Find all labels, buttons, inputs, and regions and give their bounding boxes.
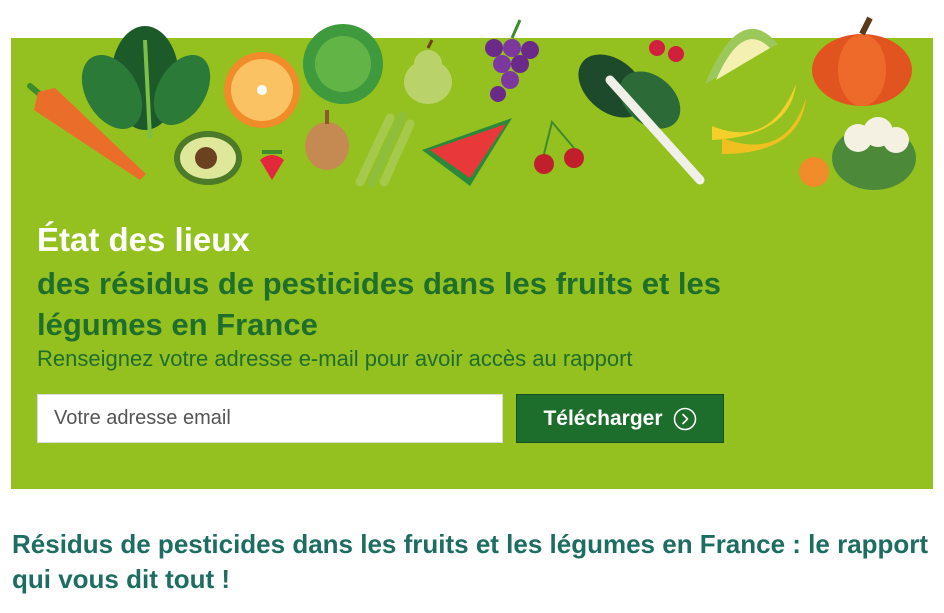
- pear-icon: [404, 39, 452, 104]
- grapes-icon: [485, 19, 539, 102]
- download-button-label: Télécharger: [543, 406, 663, 430]
- banner-title: État des lieux: [37, 221, 250, 258]
- strawberry-icon: [260, 150, 284, 180]
- banner-subtitle: des résidus de pesticides dans les fruit…: [37, 266, 721, 342]
- email-instruction: Renseignez votre adresse e-mail pour avo…: [37, 346, 633, 371]
- pumpkin-icon: [812, 16, 912, 106]
- tangerine-icon: [799, 157, 829, 187]
- download-button[interactable]: Télécharger: [516, 394, 724, 443]
- avocado-icon: [174, 131, 242, 185]
- chard-icon: [578, 54, 705, 185]
- spinach-icon: [81, 26, 211, 139]
- cabbage-icon: [303, 24, 383, 104]
- produce-illustration: [27, 16, 916, 190]
- watermelon-icon: [422, 118, 512, 186]
- orange-icon: [224, 52, 300, 128]
- onion-icon: [305, 110, 349, 170]
- asparagus-icon: [355, 111, 415, 187]
- banana-icon: [712, 84, 806, 154]
- cherries-icon: [534, 119, 584, 174]
- arrow-circle-right-icon: [673, 407, 696, 430]
- article-heading: Résidus de pesticides dans les fruits et…: [12, 529, 929, 594]
- raspberries-icon: [649, 40, 684, 62]
- cauliflower-icon: [832, 117, 916, 190]
- email-input[interactable]: [37, 394, 503, 443]
- melon-icon: [705, 28, 778, 84]
